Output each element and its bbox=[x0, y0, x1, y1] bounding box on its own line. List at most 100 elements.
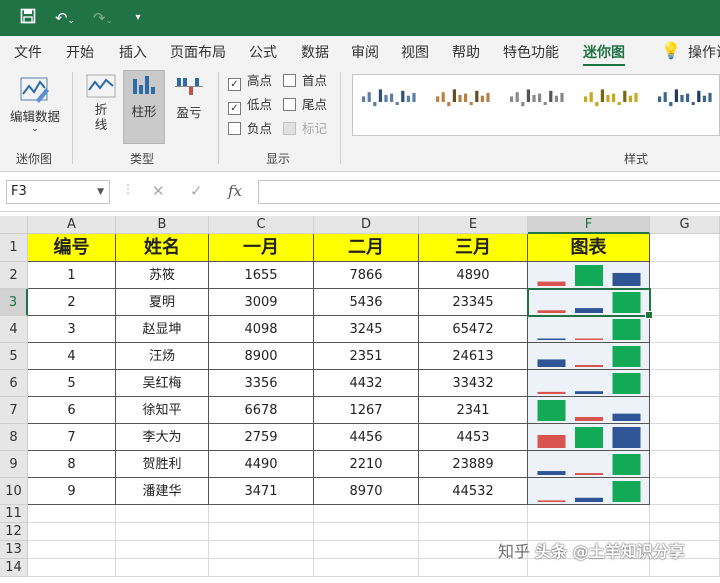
sparkline-cell[interactable] bbox=[528, 478, 650, 505]
mar-cell[interactable]: 44532 bbox=[419, 478, 528, 505]
row-header[interactable]: 6 bbox=[0, 370, 28, 397]
jan-cell[interactable]: 3356 bbox=[209, 370, 314, 397]
checkbox-negative-point[interactable]: 负点 bbox=[228, 120, 272, 138]
cell[interactable] bbox=[419, 505, 528, 523]
cell[interactable] bbox=[209, 523, 314, 541]
confirm-icon[interactable]: ✓ bbox=[190, 182, 203, 200]
tab-data[interactable]: 数据 bbox=[301, 42, 329, 62]
name-cell[interactable]: 吴红梅 bbox=[116, 370, 209, 397]
cell[interactable] bbox=[209, 559, 314, 577]
cell[interactable] bbox=[650, 370, 720, 397]
tab-tell-me[interactable]: 操作说 bbox=[688, 42, 720, 62]
type-winloss-button[interactable]: 盈亏 bbox=[168, 72, 210, 144]
cell[interactable] bbox=[314, 541, 419, 559]
column-header[interactable]: E bbox=[419, 216, 528, 234]
redo-icon[interactable]: ↷⌄ bbox=[88, 8, 118, 28]
header-cell[interactable]: 编号 bbox=[28, 234, 116, 262]
header-cell[interactable]: 图表 bbox=[528, 234, 650, 262]
id-cell[interactable]: 4 bbox=[28, 343, 116, 370]
feb-cell[interactable]: 5436 bbox=[314, 289, 419, 316]
tab-formulas[interactable]: 公式 bbox=[249, 42, 277, 62]
feb-cell[interactable]: 4456 bbox=[314, 424, 419, 451]
feb-cell[interactable]: 3245 bbox=[314, 316, 419, 343]
name-cell[interactable]: 苏筱 bbox=[116, 262, 209, 289]
row-header[interactable]: 5 bbox=[0, 343, 28, 370]
sparkline-cell[interactable] bbox=[528, 262, 650, 289]
name-cell[interactable]: 赵显坤 bbox=[116, 316, 209, 343]
id-cell[interactable]: 9 bbox=[28, 478, 116, 505]
sparkline-cell[interactable] bbox=[528, 370, 650, 397]
row-header[interactable]: 7 bbox=[0, 397, 28, 424]
cell[interactable] bbox=[209, 505, 314, 523]
feb-cell[interactable]: 2351 bbox=[314, 343, 419, 370]
id-cell[interactable]: 8 bbox=[28, 451, 116, 478]
name-cell[interactable]: 贺胜利 bbox=[116, 451, 209, 478]
column-header[interactable]: G bbox=[650, 216, 720, 234]
jan-cell[interactable]: 3009 bbox=[209, 289, 314, 316]
column-header[interactable]: C bbox=[209, 216, 314, 234]
sparkline-style-swatch[interactable] bbox=[433, 85, 493, 119]
tab-special-features[interactable]: 特色功能 bbox=[503, 42, 559, 62]
checkbox-first-point[interactable]: 首点 bbox=[283, 72, 327, 90]
row-header[interactable]: 12 bbox=[0, 523, 28, 541]
mar-cell[interactable]: 23345 bbox=[419, 289, 528, 316]
cell[interactable] bbox=[650, 289, 720, 316]
tab-page-layout[interactable]: 页面布局 bbox=[170, 42, 226, 62]
checkbox-high-point[interactable]: ✓ 高点 bbox=[228, 72, 272, 91]
cell[interactable] bbox=[209, 541, 314, 559]
cell[interactable] bbox=[116, 541, 209, 559]
row-header[interactable]: 8 bbox=[0, 424, 28, 451]
cell[interactable] bbox=[116, 523, 209, 541]
cell[interactable] bbox=[650, 505, 720, 523]
mar-cell[interactable]: 24613 bbox=[419, 343, 528, 370]
feb-cell[interactable]: 1267 bbox=[314, 397, 419, 424]
cell[interactable] bbox=[528, 505, 650, 523]
column-header[interactable]: A bbox=[28, 216, 116, 234]
row-header[interactable]: 10 bbox=[0, 478, 28, 505]
cell[interactable] bbox=[650, 451, 720, 478]
mar-cell[interactable]: 23889 bbox=[419, 451, 528, 478]
column-header[interactable]: B bbox=[116, 216, 209, 234]
mar-cell[interactable]: 4890 bbox=[419, 262, 528, 289]
tab-sparkline[interactable]: 迷你图 bbox=[583, 42, 625, 67]
feb-cell[interactable]: 8970 bbox=[314, 478, 419, 505]
select-all-corner[interactable] bbox=[0, 216, 28, 234]
sparkline-cell[interactable] bbox=[528, 316, 650, 343]
mar-cell[interactable]: 2341 bbox=[419, 397, 528, 424]
save-icon[interactable] bbox=[18, 8, 38, 28]
id-cell[interactable]: 2 bbox=[28, 289, 116, 316]
sparkline-cell[interactable] bbox=[528, 424, 650, 451]
row-header[interactable]: 11 bbox=[0, 505, 28, 523]
type-column-button[interactable]: 柱形 bbox=[123, 70, 165, 144]
cell[interactable] bbox=[28, 559, 116, 577]
sparkline-style-swatch[interactable] bbox=[581, 85, 641, 119]
sparkline-cell[interactable] bbox=[528, 343, 650, 370]
column-header[interactable]: D bbox=[314, 216, 419, 234]
mar-cell[interactable]: 65472 bbox=[419, 316, 528, 343]
sparkline-cell[interactable] bbox=[528, 451, 650, 478]
name-cell[interactable]: 汪炀 bbox=[116, 343, 209, 370]
jan-cell[interactable]: 4098 bbox=[209, 316, 314, 343]
mar-cell[interactable]: 4453 bbox=[419, 424, 528, 451]
name-cell[interactable]: 李大为 bbox=[116, 424, 209, 451]
formula-input[interactable] bbox=[258, 180, 720, 204]
sparkline-style-swatch[interactable] bbox=[507, 85, 567, 119]
cell[interactable] bbox=[650, 478, 720, 505]
checkbox-last-point[interactable]: 尾点 bbox=[283, 96, 327, 114]
jan-cell[interactable]: 6678 bbox=[209, 397, 314, 424]
mar-cell[interactable]: 33432 bbox=[419, 370, 528, 397]
type-line-button[interactable]: 折线 bbox=[80, 72, 122, 144]
undo-icon[interactable]: ↶⌄ bbox=[50, 8, 80, 28]
header-cell[interactable]: 三月 bbox=[419, 234, 528, 262]
cell[interactable] bbox=[116, 505, 209, 523]
insert-function-icon[interactable]: fx bbox=[228, 182, 242, 200]
cell[interactable] bbox=[28, 541, 116, 559]
cell[interactable] bbox=[116, 559, 209, 577]
id-cell[interactable]: 5 bbox=[28, 370, 116, 397]
row-header[interactable]: 4 bbox=[0, 316, 28, 343]
cell[interactable] bbox=[650, 343, 720, 370]
cell[interactable] bbox=[314, 505, 419, 523]
name-cell[interactable]: 潘建华 bbox=[116, 478, 209, 505]
feb-cell[interactable]: 4432 bbox=[314, 370, 419, 397]
row-header[interactable]: 3 bbox=[0, 289, 28, 316]
